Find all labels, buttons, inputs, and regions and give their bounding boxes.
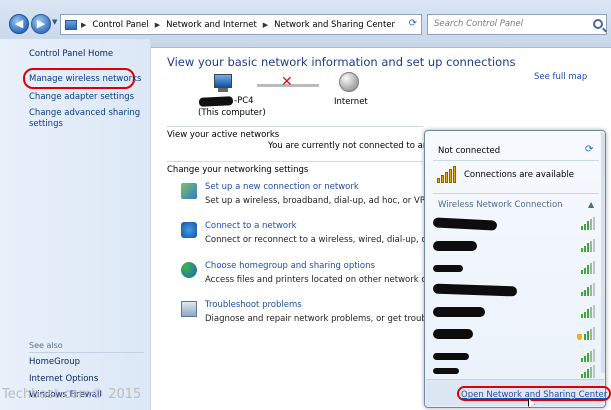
breadcrumb-control-panel[interactable]: Control Panel	[92, 20, 148, 30]
redacted-ssid	[433, 329, 473, 339]
divider	[433, 160, 599, 161]
divider	[29, 352, 144, 353]
connection-status: Not connected	[438, 146, 501, 156]
wireless-section-heading: Wireless Network Connection	[438, 200, 563, 210]
redacted-ssid	[433, 307, 485, 317]
redacted-ssid	[433, 241, 477, 251]
setup-connection-desc: Set up a wireless, broadband, dial-up, a…	[205, 196, 460, 206]
connections-available-text: Connections are available	[464, 170, 575, 180]
wifi-signal-icon	[581, 238, 597, 252]
chevron-right-icon[interactable]: ▶	[81, 21, 86, 29]
not-connected-message: You are currently not connected to an	[268, 141, 429, 151]
connect-network-icon	[181, 222, 197, 238]
troubleshoot-icon	[181, 301, 197, 317]
network-item[interactable]	[431, 364, 599, 378]
homegroup-sharing-link[interactable]: Choose homegroup and sharing options	[205, 261, 375, 271]
control-panel-icon	[65, 19, 77, 30]
internet-globe-icon	[339, 72, 359, 92]
watermark: Techbast.com© 2015	[2, 387, 142, 402]
wifi-signal-icon	[581, 282, 597, 296]
change-advanced-sharing-link[interactable]: Change advanced sharing	[29, 108, 140, 118]
breadcrumb-network-sharing-center[interactable]: Network and Sharing Center	[274, 20, 395, 30]
homegroup-icon	[181, 262, 197, 278]
homegroup-link[interactable]: HomeGroup	[29, 357, 80, 367]
setup-connection-link[interactable]: Set up a new connection or network	[205, 182, 359, 192]
redacted-ssid	[432, 283, 518, 297]
back-button[interactable]: ◀	[9, 14, 29, 34]
refresh-icon[interactable]: ⟳	[409, 18, 417, 29]
wireless-popup: Not connected ⟳ Connections are availabl…	[424, 130, 611, 408]
see-also-heading: See also	[29, 341, 63, 350]
page-title: View your basic network information and …	[167, 55, 516, 69]
refresh-icon[interactable]: ⟳	[585, 144, 593, 155]
this-computer-label: (This computer)	[198, 108, 266, 118]
redacted-ssid	[433, 265, 463, 272]
wifi-signal-icon	[581, 364, 597, 378]
troubleshoot-desc: Diagnose and repair network problems, or…	[205, 314, 450, 324]
left-pane: Control Panel Home Manage wireless netwo…	[0, 39, 151, 410]
homegroup-sharing-desc: Access files and printers located on oth…	[205, 275, 451, 285]
new-connection-icon	[181, 183, 197, 199]
see-full-map-link[interactable]: See full map	[534, 72, 587, 82]
wifi-signal-icon	[581, 348, 597, 362]
redacted-ssid	[432, 217, 498, 231]
task-connect-network: Connect to a network Connect or reconnec…	[181, 221, 450, 251]
disconnected-x-icon: ✕	[281, 74, 293, 90]
network-item[interactable]	[431, 214, 599, 234]
open-network-sharing-center-link[interactable]: Open Network and Sharing Center	[457, 386, 611, 401]
internet-options-link[interactable]: Internet Options	[29, 374, 98, 384]
forward-button[interactable]: ▶	[31, 14, 51, 34]
chevron-right-icon[interactable]: ▶	[263, 21, 268, 29]
computer-name: -PC4	[234, 96, 254, 106]
network-item[interactable]	[431, 258, 599, 278]
task-homegroup: Choose homegroup and sharing options Acc…	[181, 261, 450, 291]
connect-network-desc: Connect or reconnect to a wireless, wire…	[205, 235, 451, 245]
breadcrumb[interactable]: ▶ Control Panel ▶ Network and Internet ▶…	[60, 14, 422, 35]
breadcrumb-network-internet[interactable]: Network and Internet	[166, 20, 257, 30]
network-item[interactable]	[431, 324, 599, 344]
control-panel-home-link[interactable]: Control Panel Home	[29, 49, 113, 59]
troubleshoot-link[interactable]: Troubleshoot problems	[205, 300, 302, 310]
network-item[interactable]	[431, 346, 599, 366]
wifi-signal-icon	[581, 304, 597, 318]
popup-footer: Open Network and Sharing Center	[426, 379, 611, 406]
redacted-ssid	[433, 353, 469, 360]
network-item[interactable]	[431, 236, 599, 256]
change-advanced-sharing-link-cont[interactable]: settings	[29, 119, 63, 129]
signal-bars-icon	[437, 165, 457, 183]
wifi-signal-icon	[581, 260, 597, 274]
computer-icon	[214, 74, 236, 92]
change-settings-heading: Change your networking settings	[167, 165, 309, 175]
recent-pages-dropdown[interactable]: ▼	[52, 18, 57, 26]
divider	[167, 126, 423, 127]
connect-network-link[interactable]: Connect to a network	[205, 221, 297, 231]
redacted-ssid	[433, 368, 459, 374]
manage-wireless-networks-link[interactable]: Manage wireless networks	[29, 74, 141, 84]
network-item[interactable]	[431, 280, 599, 300]
divider	[433, 193, 599, 194]
search-input[interactable]: Search Control Panel	[427, 14, 607, 35]
network-item[interactable]	[431, 302, 599, 322]
chevron-right-icon[interactable]: ▶	[155, 21, 160, 29]
change-adapter-settings-link[interactable]: Change adapter settings	[29, 92, 134, 102]
chevron-up-icon[interactable]: ▲	[588, 200, 594, 209]
redaction-scribble	[198, 96, 234, 107]
task-new-connection: Set up a new connection or network Set u…	[181, 182, 460, 212]
divider	[167, 161, 423, 162]
secured-wifi-signal-icon	[577, 326, 597, 340]
search-icon[interactable]	[593, 19, 603, 29]
task-troubleshoot: Troubleshoot problems Diagnose and repai…	[181, 300, 449, 330]
popup-scrollbar[interactable]	[601, 133, 605, 373]
active-networks-heading: View your active networks	[167, 130, 280, 140]
wifi-signal-icon	[581, 216, 597, 230]
internet-label: Internet	[334, 97, 368, 107]
